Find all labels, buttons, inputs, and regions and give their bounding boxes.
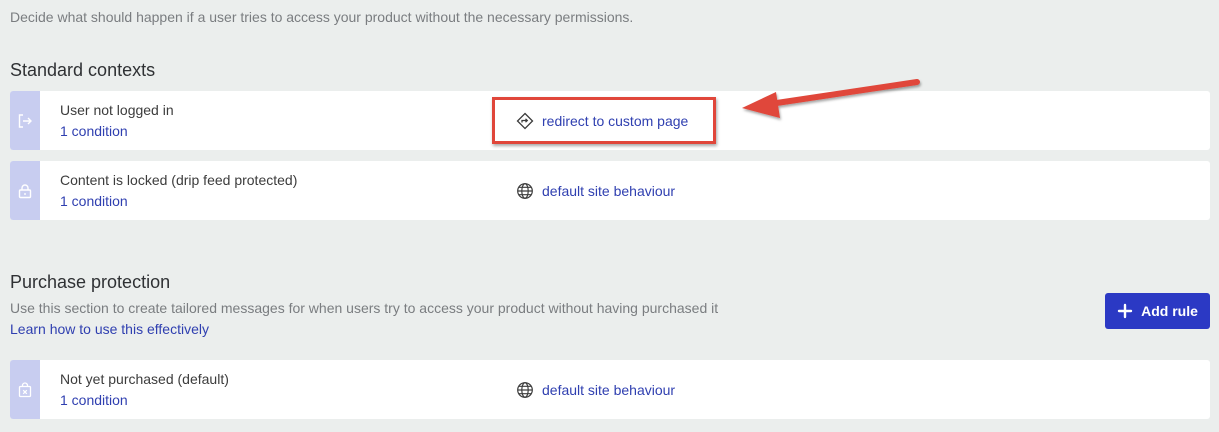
globe-icon <box>517 382 533 398</box>
section-title-standard: Standard contexts <box>10 60 156 80</box>
condition-link[interactable]: 1 condition <box>60 123 128 139</box>
learn-more-link[interactable]: Learn how to use this effectively <box>10 321 209 337</box>
rule-label: Content is locked (drip feed protected) <box>60 172 298 188</box>
rule-row-content-locked[interactable]: Content is locked (drip feed protected) … <box>10 161 1210 220</box>
plus-icon <box>1117 303 1133 319</box>
section-description: Use this section to create tailored mess… <box>10 300 719 316</box>
lock-icon <box>10 161 40 220</box>
condition-link[interactable]: 1 condition <box>60 392 128 408</box>
shopping-bag-icon <box>10 360 40 419</box>
page-description: Decide what should happen if a user trie… <box>10 9 634 25</box>
add-rule-button[interactable]: Add rule <box>1105 293 1210 329</box>
annotation-highlight-box <box>492 97 716 144</box>
section-title-purchase: Purchase protection <box>10 272 171 292</box>
logout-icon <box>10 91 40 150</box>
rule-label: Not yet purchased (default) <box>60 371 229 387</box>
action-label: default site behaviour <box>542 382 676 398</box>
action-link-default[interactable]: default site behaviour <box>516 182 675 200</box>
rule-row-not-purchased[interactable]: Not yet purchased (default) 1 condition … <box>10 360 1210 419</box>
action-label: default site behaviour <box>542 183 676 199</box>
globe-icon <box>517 183 533 199</box>
action-link-default[interactable]: default site behaviour <box>516 381 675 399</box>
rule-label: User not logged in <box>60 102 174 118</box>
add-rule-label: Add rule <box>1141 303 1198 319</box>
condition-link[interactable]: 1 condition <box>60 193 128 209</box>
